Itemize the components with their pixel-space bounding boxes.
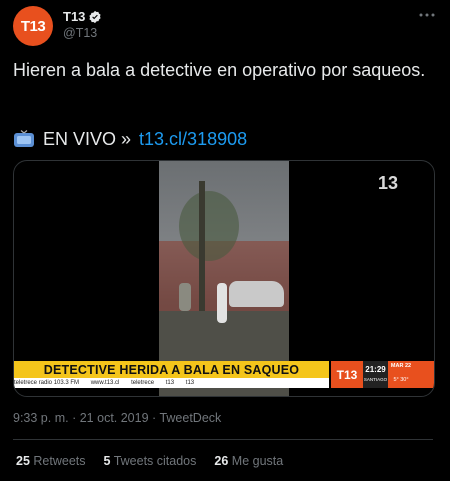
headline-bar: DETECTIVE HERIDA A BALA EN SAQUEO <box>14 361 329 378</box>
weather-date: MAR 22 <box>390 363 412 369</box>
tree-foliage <box>179 191 239 261</box>
avatar-text: T13 <box>20 17 46 35</box>
weather-box: MAR 22 5° 30° <box>388 361 414 388</box>
video-player[interactable]: 13 DETECTIVE HERIDA A BALA EN SAQUEO tel… <box>13 160 435 397</box>
likes-label: Me gusta <box>231 454 284 468</box>
clock-box: 21:29 SANTIAGO <box>363 361 388 388</box>
ticker-item: t13 <box>165 380 175 386</box>
weather-temp: 5° 30° <box>393 377 409 383</box>
user-handle[interactable]: @T13 <box>63 26 97 40</box>
ticker-item: www.t13.cl <box>90 380 120 386</box>
meta-separator: · <box>72 411 77 425</box>
tree-trunk <box>199 181 205 311</box>
clock-time: 21:29 <box>365 365 386 374</box>
parked-car <box>229 281 284 307</box>
divider <box>13 439 433 440</box>
lower-third-tail <box>414 361 434 388</box>
display-name[interactable]: T13 <box>63 9 85 24</box>
television-icon <box>14 130 34 147</box>
tweet-text: Hieren a bala a detective en operativo p… <box>13 60 426 80</box>
retweets-label: Retweets <box>33 454 86 468</box>
ticker-item: t13 <box>185 380 195 386</box>
channel-logo: 13 <box>378 173 404 195</box>
ticker: teletrece radio 103.3 FM www.t13.cl tele… <box>14 378 329 388</box>
quotes-label: Tweets citados <box>113 454 197 468</box>
brand-box: T13 <box>331 361 363 388</box>
officer <box>217 283 227 323</box>
quotes-stat[interactable]: 5 Tweets citados <box>104 454 197 468</box>
retweets-count: 25 <box>16 454 30 468</box>
retweets-stat[interactable]: 25 Retweets <box>16 454 86 468</box>
likes-stat[interactable]: 26 Me gusta <box>214 454 283 468</box>
brand-text: T13 <box>336 367 358 382</box>
tweet-meta: 9:33 p. m. · 21 oct. 2019 · TweetDeck <box>13 411 221 425</box>
live-line: EN VIVO » t13.cl/318908 <box>13 128 247 150</box>
channel-logo-text: 13 <box>378 173 399 193</box>
lower-third: DETECTIVE HERIDA A BALA EN SAQUEO teletr… <box>14 361 434 388</box>
clock-city: SANTIAGO <box>363 377 388 382</box>
verified-badge-icon <box>89 10 102 23</box>
tweet-date[interactable]: 21 oct. 2019 <box>80 411 149 425</box>
headline-text: DETECTIVE HERIDA A BALA EN SAQUEO <box>43 362 300 377</box>
ticker-item: teletrece radio 103.3 FM <box>14 380 80 386</box>
tweet-time[interactable]: 9:33 p. m. <box>13 411 69 425</box>
name-row: T13 <box>63 9 102 24</box>
tweet-link[interactable]: t13.cl/318908 <box>139 128 247 150</box>
ticker-item: teletrece <box>131 380 155 386</box>
tweet-stats: 25 Retweets 5 Tweets citados 26 Me gusta <box>16 454 283 468</box>
live-label: EN VIVO » <box>43 129 132 149</box>
likes-count: 26 <box>214 454 229 468</box>
bystander <box>179 283 191 311</box>
more-options-icon[interactable] <box>419 10 435 20</box>
meta-separator: · <box>152 411 157 425</box>
tweet-source[interactable]: TweetDeck <box>159 411 221 425</box>
avatar[interactable]: T13 <box>13 6 53 46</box>
quotes-count: 5 <box>103 454 111 468</box>
tweet-header: T13 T13 @T13 <box>13 6 437 46</box>
